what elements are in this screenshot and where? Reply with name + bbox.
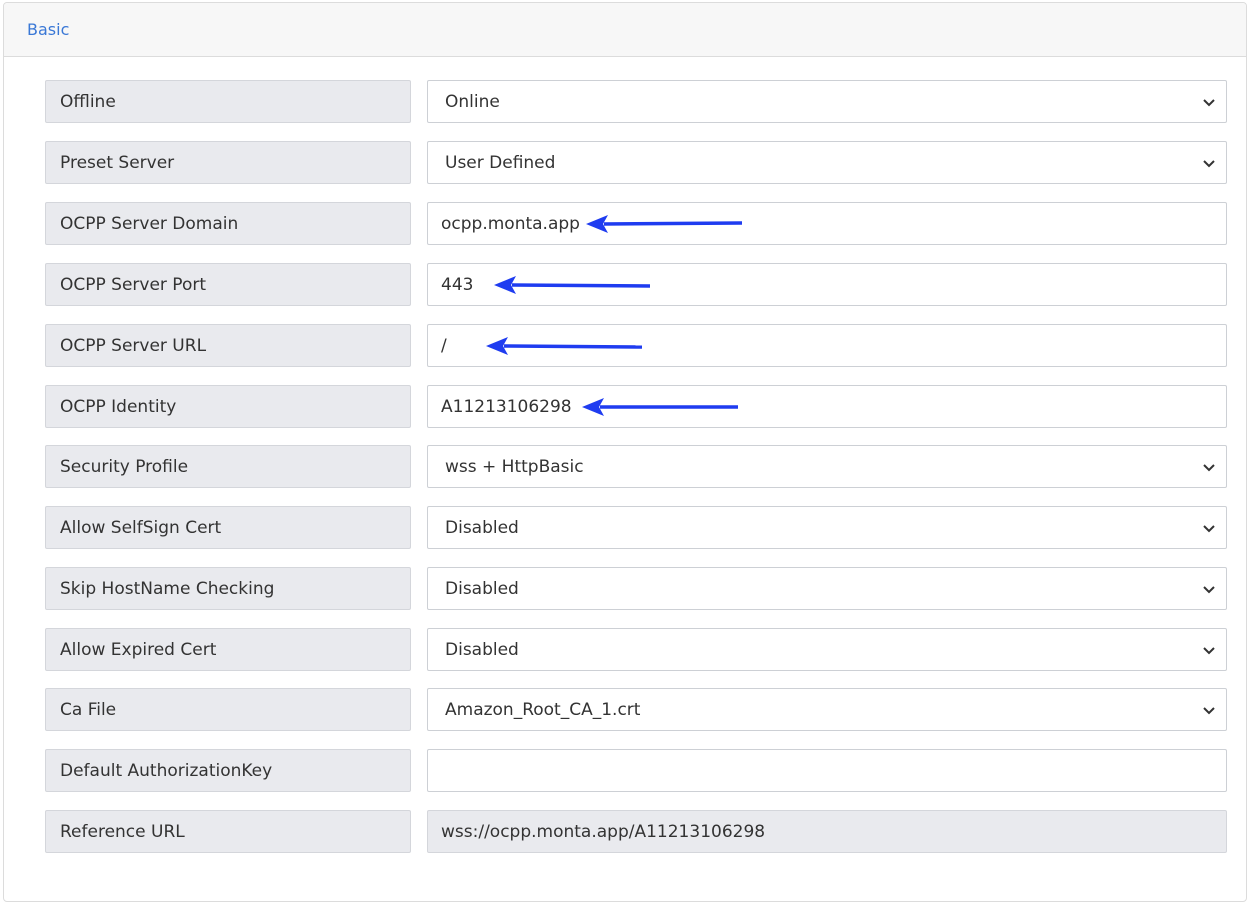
offline-select[interactable]: Online xyxy=(427,80,1227,123)
allow-expired-cert-label: Allow Expired Cert xyxy=(45,628,411,671)
form-row-ca-file: Ca File Amazon_Root_CA_1.crt xyxy=(45,688,1227,731)
chevron-down-icon xyxy=(1203,525,1215,533)
chevron-down-icon xyxy=(1203,707,1215,715)
form-row-reference-url: Reference URL wss://ocpp.monta.app/A1121… xyxy=(45,810,1227,853)
default-authorization-key-label: Default AuthorizationKey xyxy=(45,749,411,792)
chevron-down-icon xyxy=(1203,160,1215,168)
chevron-down-icon xyxy=(1203,586,1215,594)
form-row-preset-server: Preset Server User Defined xyxy=(45,141,1227,184)
security-profile-label: Security Profile xyxy=(45,445,411,488)
annotation-arrow-icon xyxy=(486,337,643,355)
card-header: Basic xyxy=(4,3,1246,57)
ocpp-identity-label: OCPP Identity xyxy=(45,385,411,428)
form-row-allow-expired-cert: Allow Expired Cert Disabled xyxy=(45,628,1227,671)
preset-server-label: Preset Server xyxy=(45,141,411,184)
offline-label: Offline xyxy=(45,80,411,123)
allow-expired-cert-select[interactable]: Disabled xyxy=(427,628,1227,671)
ocpp-server-domain-label: OCPP Server Domain xyxy=(45,202,411,245)
default-authorization-key-input[interactable] xyxy=(427,749,1227,792)
ocpp-server-domain-input[interactable]: ocpp.monta.app xyxy=(427,202,1227,245)
form-row-ocpp-server-domain: OCPP Server Domain ocpp.monta.app xyxy=(45,202,1227,245)
form-row-offline: Offline Online xyxy=(45,80,1227,123)
card-title[interactable]: Basic xyxy=(27,20,69,39)
security-profile-select[interactable]: wss + HttpBasic xyxy=(427,445,1227,488)
ocpp-server-port-input[interactable]: 443 xyxy=(427,263,1227,306)
chevron-down-icon xyxy=(1203,99,1215,107)
ocpp-server-url-value: / xyxy=(441,335,447,356)
form-row-ocpp-identity: OCPP Identity A11213106298 xyxy=(45,385,1227,428)
allow-selfsign-cert-select[interactable]: Disabled xyxy=(427,506,1227,549)
security-profile-select-value: wss + HttpBasic xyxy=(445,456,584,477)
form-row-allow-selfsign-cert: Allow SelfSign Cert Disabled xyxy=(45,506,1227,549)
ocpp-server-url-label: OCPP Server URL xyxy=(45,324,411,367)
annotation-arrow-icon xyxy=(494,276,651,294)
form-row-skip-hostname-checking: Skip HostName Checking Disabled xyxy=(45,567,1227,610)
chevron-down-icon xyxy=(1203,647,1215,655)
skip-hostname-checking-select-value: Disabled xyxy=(445,578,519,599)
preset-server-select[interactable]: User Defined xyxy=(427,141,1227,184)
annotation-arrow-icon xyxy=(582,398,738,416)
basic-settings-card: Basic Offline Online Preset Server User … xyxy=(3,2,1247,902)
ocpp-server-url-input[interactable]: / xyxy=(427,324,1227,367)
form-row-security-profile: Security Profile wss + HttpBasic xyxy=(45,445,1227,488)
reference-url-field: wss://ocpp.monta.app/A11213106298 xyxy=(427,810,1227,853)
reference-url-label: Reference URL xyxy=(45,810,411,853)
chevron-down-icon xyxy=(1203,464,1215,472)
ca-file-label: Ca File xyxy=(45,688,411,731)
form-row-default-authorization-key: Default AuthorizationKey xyxy=(45,749,1227,792)
annotation-arrow-icon xyxy=(586,215,743,233)
skip-hostname-checking-select[interactable]: Disabled xyxy=(427,567,1227,610)
allow-expired-cert-select-value: Disabled xyxy=(445,639,519,660)
ocpp-server-port-value: 443 xyxy=(441,274,474,295)
allow-selfsign-cert-label: Allow SelfSign Cert xyxy=(45,506,411,549)
reference-url-value: wss://ocpp.monta.app/A11213106298 xyxy=(441,821,766,842)
ca-file-select-value: Amazon_Root_CA_1.crt xyxy=(445,699,641,720)
ocpp-identity-value: A11213106298 xyxy=(441,396,572,417)
allow-selfsign-cert-select-value: Disabled xyxy=(445,517,519,538)
form-row-ocpp-server-port: OCPP Server Port 443 xyxy=(45,263,1227,306)
ocpp-server-domain-value: ocpp.monta.app xyxy=(441,213,580,234)
form-row-ocpp-server-url: OCPP Server URL / xyxy=(45,324,1227,367)
offline-select-value: Online xyxy=(445,91,500,112)
ocpp-server-port-label: OCPP Server Port xyxy=(45,263,411,306)
ocpp-identity-input[interactable]: A11213106298 xyxy=(427,385,1227,428)
preset-server-select-value: User Defined xyxy=(445,152,556,173)
ca-file-select[interactable]: Amazon_Root_CA_1.crt xyxy=(427,688,1227,731)
skip-hostname-checking-label: Skip HostName Checking xyxy=(45,567,411,610)
